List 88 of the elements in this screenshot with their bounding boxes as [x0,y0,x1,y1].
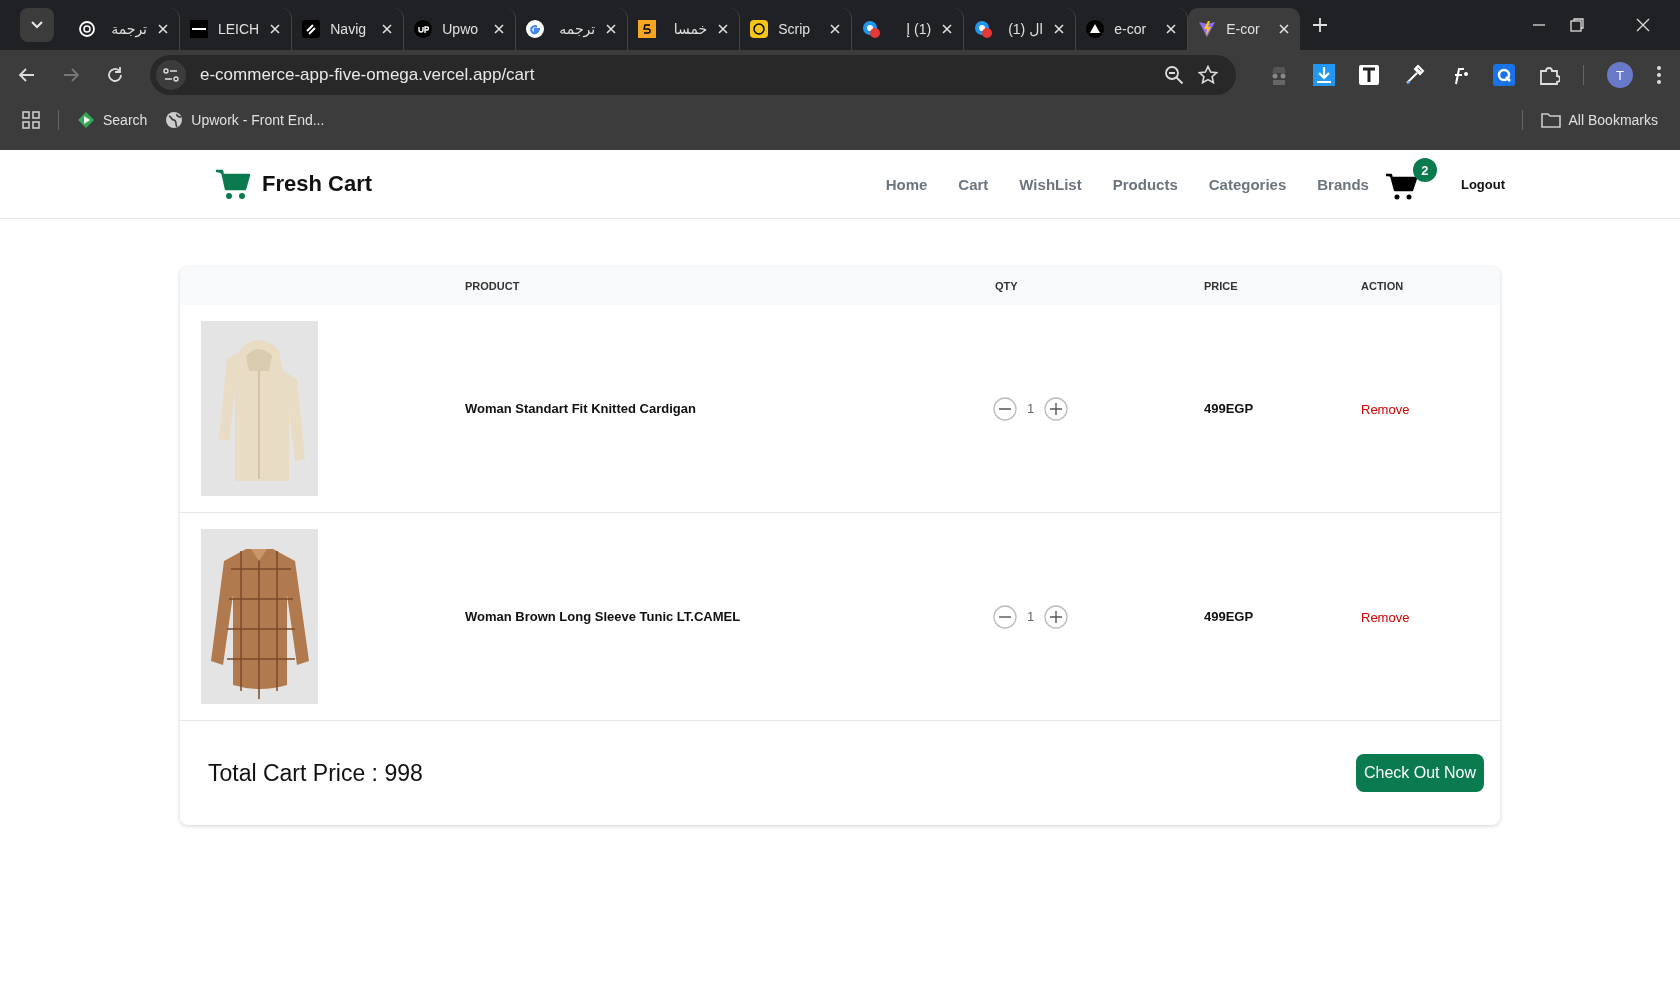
plus-button[interactable] [1044,396,1069,421]
puzzle-icon[interactable] [1538,64,1560,86]
close-window-icon[interactable] [1636,18,1650,32]
product-name: Woman Standart Fit Knitted Cardigan [465,401,697,416]
site-icon [1198,20,1217,38]
site-settings-icon[interactable] [156,60,186,90]
remove-link[interactable]: Remove [1361,609,1410,625]
tab-title: ال (1) [1007,21,1044,37]
remove-link[interactable]: Remove [1361,401,1410,417]
search-extension-icon[interactable] [1493,64,1515,86]
plus-button[interactable] [1044,604,1069,629]
download-icon[interactable] [1313,64,1335,86]
zoom-icon[interactable] [1164,65,1184,85]
close-icon[interactable] [269,23,282,35]
tab-title: ترجمه [558,21,596,37]
logout-link[interactable]: Logout [1460,176,1505,192]
nav-link[interactable]: Cart [958,175,989,193]
column-header: ACTION [1361,280,1405,292]
minus-button[interactable] [993,604,1017,629]
site-icon [1086,20,1105,38]
minus-button[interactable] [993,396,1017,421]
column-header: QTY [995,280,1019,292]
tab-title: e-cor [1114,21,1148,37]
url-text: e-commerce-app-five-omega.vercel.app/cart [200,65,535,85]
site-icon [302,20,321,38]
site-icon [190,20,208,38]
close-icon[interactable] [493,23,506,35]
cart-count-badge: 2 [1412,158,1437,182]
close-icon[interactable] [381,23,394,35]
tab-title: Upwo [442,21,480,37]
brand-name: Fresh Cart [262,171,373,197]
tab-title: Scrip [778,21,812,37]
total-price: Total Cart Price : 998 [208,759,423,787]
forward-icon[interactable] [62,66,80,84]
folder-icon [1540,112,1561,128]
tab-title: LEICH [218,21,260,37]
bookmark[interactable]: Search [77,111,148,129]
nav-link[interactable]: Home [885,175,928,193]
profile-avatar[interactable]: T [1607,62,1633,88]
site-icon [78,20,96,38]
site-icon [638,20,657,38]
tab-title: خمسا [672,21,708,37]
product-price: 499EGP [1204,401,1255,416]
column-header: PRODUCT [465,280,521,292]
tab-search-icon[interactable] [20,8,54,42]
browser-tab[interactable]: E-cor [1188,8,1301,50]
bookmark[interactable]: Upwork - Front End... [165,111,325,129]
globe-icon [165,111,184,129]
column-header: PRICE [1204,280,1239,292]
all-bookmarks[interactable]: All Bookmarks [1540,112,1658,128]
tab-title: (1) إ [905,21,932,37]
back-icon[interactable] [18,66,36,84]
close-icon[interactable] [941,23,954,35]
close-icon[interactable] [1278,23,1291,35]
close-icon[interactable] [605,23,618,35]
checkout-button[interactable]: Check Out Now [1355,754,1484,792]
play-icon [77,111,95,129]
tab-title: ترجمة [110,21,147,37]
address-bar[interactable]: e-commerce-app-five-omega.vercel.app/cart [150,55,1236,95]
menu-icon[interactable] [1656,65,1662,85]
apps-icon[interactable] [22,111,40,129]
close-icon[interactable] [717,23,730,35]
reload-icon[interactable] [106,66,124,84]
text-icon[interactable] [1358,64,1380,86]
tab-title: Navig [330,21,368,37]
quantity-value: 1 [1027,609,1035,624]
site-icon [750,20,769,38]
star-icon[interactable] [1198,65,1218,85]
new-tab-icon[interactable] [1312,17,1329,33]
notification-icon [974,20,993,38]
close-icon[interactable] [1053,23,1066,35]
close-icon[interactable] [1165,23,1178,35]
tab-title: E-cor [1226,21,1261,37]
product-name: Woman Brown Long Sleeve Tunic LT.CAMEL [465,609,742,624]
notification-icon [862,20,881,38]
nav-link[interactable]: Categories [1208,175,1287,193]
close-icon[interactable] [157,23,169,35]
close-icon[interactable] [829,23,842,35]
cart-logo-icon [215,168,251,200]
nav-link[interactable]: Products [1112,175,1178,193]
nav-link[interactable]: Brands [1317,175,1369,193]
site-icon [414,20,433,38]
site-icon [526,20,545,38]
quantity-value: 1 [1027,401,1035,416]
cart-icon[interactable] [1384,172,1417,200]
nav-link[interactable]: WishList [1019,175,1082,193]
product-price: 499EGP [1204,609,1255,624]
restore-icon[interactable] [1570,18,1584,32]
